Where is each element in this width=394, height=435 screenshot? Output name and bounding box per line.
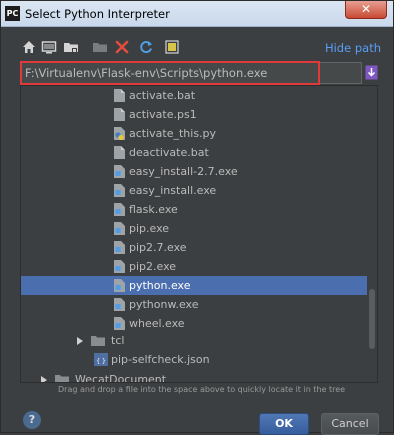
tree-row-file[interactable]: pythonw.exe (21, 295, 367, 314)
delete-icon[interactable] (114, 39, 130, 55)
tree-row-file[interactable]: activate.bat (21, 86, 367, 105)
tree-row-file[interactable]: activate_this.py (21, 124, 367, 143)
tree-row-label: easy_install-2.7.exe (129, 165, 238, 178)
tree-scrollbar[interactable] (367, 86, 375, 382)
exe-file-icon (114, 298, 125, 311)
help-button[interactable]: ? (23, 411, 41, 429)
exe-file-icon (114, 165, 125, 178)
tree-row-label: pip2.exe (129, 260, 177, 273)
tree-row-label: tcl (111, 334, 125, 347)
tree-row-file[interactable]: activate.ps1 (21, 105, 367, 124)
tree-row-file[interactable]: deactivate.bat (21, 143, 367, 162)
tree-row-label: pythonw.exe (129, 298, 199, 311)
exe-file-icon (114, 222, 125, 235)
python-file-icon (114, 127, 125, 140)
pycharm-app-icon: PC (5, 6, 20, 21)
exe-file-icon (114, 279, 125, 292)
exe-file-icon (114, 241, 125, 254)
tree-row-pip-selfcheck[interactable]: { } pip-selfcheck.json (21, 350, 367, 369)
project-folder-icon[interactable] (63, 39, 79, 55)
file-tree[interactable]: activate.bat activate.ps1 activate_this.py… (20, 85, 378, 383)
tree-row-file[interactable]: pip2.7.exe (21, 238, 367, 257)
show-hidden-icon[interactable] (164, 39, 180, 55)
tree-row-wecatdocument[interactable]: WecatDocument (21, 370, 367, 383)
tree-row-label: activate.bat (129, 89, 196, 102)
svg-text:{ }: { } (96, 358, 106, 365)
file-chooser-toolbar: Hide path (21, 39, 381, 57)
tree-row-label: python.exe (129, 279, 191, 292)
new-folder-icon[interactable] (92, 39, 108, 55)
tree-row-label: easy_install.exe (129, 184, 217, 197)
json-file-icon: { } (94, 353, 108, 366)
tree-row-label: pip2.7.exe (129, 241, 187, 254)
hide-path-link[interactable]: Hide path (325, 41, 381, 55)
path-download-icon[interactable] (365, 65, 378, 80)
dialog-title: Select Python Interpreter (25, 7, 170, 21)
tree-row-label: pip.exe (129, 222, 170, 235)
ok-button[interactable]: OK (259, 413, 309, 435)
exe-file-icon (114, 184, 125, 197)
tree-row-label: activate_this.py (129, 127, 217, 140)
path-row (20, 61, 378, 85)
exe-file-icon (114, 260, 125, 273)
scrollbar-thumb[interactable] (369, 289, 375, 349)
file-icon (114, 146, 125, 159)
select-python-interpreter-dialog: PC Select Python Interpreter ✕ Hide path… (0, 0, 394, 435)
drag-drop-hint: Drag and drop a file into the space abov… (58, 385, 346, 394)
tree-row-label: deactivate.bat (129, 146, 209, 159)
tree-row-file[interactable]: python.exe (21, 276, 367, 295)
tree-row-file[interactable]: pip.exe (21, 219, 367, 238)
file-icon (114, 89, 125, 102)
close-button[interactable]: ✕ (345, 1, 387, 19)
folder-icon (91, 336, 105, 346)
folder-icon (55, 375, 69, 382)
tree-row-label: pip-selfcheck.json (111, 353, 210, 366)
tree-row-label: flask.exe (129, 203, 178, 216)
home-icon[interactable] (21, 39, 37, 55)
title-bar: PC Select Python Interpreter ✕ (1, 1, 393, 27)
tree-row-tcl[interactable]: tcl (21, 331, 367, 350)
desktop-icon[interactable] (41, 39, 57, 55)
expand-arrow-icon[interactable] (77, 337, 83, 345)
tree-row-label: activate.ps1 (129, 108, 197, 121)
expand-arrow-icon[interactable] (41, 376, 47, 382)
cancel-button[interactable]: Cancel (321, 413, 379, 435)
tree-row-file[interactable]: pip2.exe (21, 257, 367, 276)
path-field[interactable] (20, 62, 362, 84)
tree-row-label: WecatDocument (75, 373, 167, 383)
tree-row-file[interactable]: easy_install.exe (21, 181, 367, 200)
tree-row-file[interactable]: easy_install-2.7.exe (21, 162, 367, 181)
tree-row-file[interactable]: flask.exe (21, 200, 367, 219)
refresh-icon[interactable] (138, 39, 154, 55)
file-icon (114, 108, 125, 121)
exe-file-icon (114, 317, 125, 330)
exe-file-icon (114, 203, 125, 216)
